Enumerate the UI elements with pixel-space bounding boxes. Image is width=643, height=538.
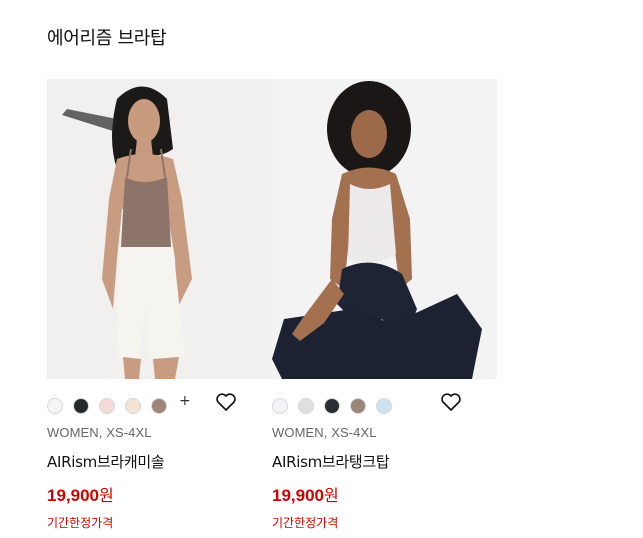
- limited-price-label: 기간한정가격: [272, 516, 339, 530]
- section-title: 에어리즘 브라탑: [47, 28, 167, 49]
- product-photo-tank-top: [272, 79, 497, 379]
- product-photo-camisole: [47, 79, 272, 379]
- product-meta: WOMEN, XS-4XL: [47, 425, 152, 440]
- swatch-brown[interactable]: [350, 398, 366, 414]
- heart-outline-icon[interactable]: [215, 392, 237, 412]
- product-meta: WOMEN, XS-4XL: [272, 425, 377, 440]
- swatch-black[interactable]: [73, 398, 89, 414]
- swatch-beige[interactable]: [125, 398, 141, 414]
- price-currency: 원: [99, 486, 114, 505]
- product-price: 19,900원: [47, 482, 272, 506]
- swatch-light-pink[interactable]: [99, 398, 115, 414]
- swatch-black[interactable]: [324, 398, 340, 414]
- product-price: 19,900원: [272, 482, 497, 506]
- swatch-gray[interactable]: [298, 398, 314, 414]
- product-card-tank-top[interactable]: WOMEN, XS-4XL AIRism브라탱크탑 19,900원 기간한정가격: [272, 79, 497, 531]
- color-swatches: [272, 393, 497, 419]
- heart-outline-icon[interactable]: [440, 392, 462, 412]
- product-image-tank-top[interactable]: [272, 79, 497, 379]
- color-swatches: +: [47, 393, 272, 419]
- price-currency: 원: [324, 486, 339, 505]
- swatch-light-blue[interactable]: [376, 398, 392, 414]
- product-name[interactable]: AIRism브라캐미솔: [47, 451, 272, 472]
- swatch-brown[interactable]: [151, 398, 167, 414]
- swatch-white[interactable]: [47, 398, 63, 414]
- limited-price-label: 기간한정가격: [47, 516, 114, 530]
- product-name[interactable]: AIRism브라탱크탑: [272, 451, 497, 472]
- product-image-camisole[interactable]: [47, 79, 272, 379]
- product-card-camisole[interactable]: + WOMEN, XS-4XL AIRism브라캐미솔 19,900원 기간한정…: [47, 79, 272, 531]
- swatch-white[interactable]: [272, 398, 288, 414]
- price-amount: 19,900: [47, 486, 99, 505]
- price-amount: 19,900: [272, 486, 324, 505]
- more-colors-button[interactable]: +: [179, 393, 191, 409]
